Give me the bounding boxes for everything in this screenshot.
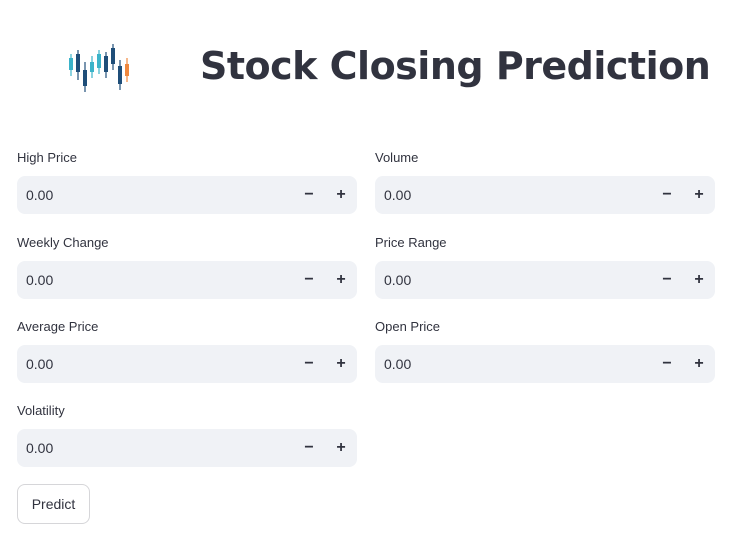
increment-button[interactable]: + (325, 261, 357, 299)
volatility-field: Volatility − + (17, 403, 357, 467)
field-label: High Price (17, 150, 77, 165)
open-price-field: Open Price − + (375, 319, 715, 383)
field-label: Volatility (17, 403, 65, 418)
field-label: Open Price (375, 319, 441, 334)
field-label: Average Price (17, 319, 99, 334)
decrement-button[interactable]: − (293, 176, 325, 214)
candlestick-chart-icon (69, 44, 129, 92)
app-page: Stock Closing Prediction High Price − + … (0, 0, 729, 551)
increment-button[interactable]: + (683, 176, 715, 214)
decrement-button[interactable]: − (651, 345, 683, 383)
number-input-box: − + (17, 176, 357, 214)
increment-button[interactable]: + (683, 345, 715, 383)
volume-field: Volume − + (375, 150, 715, 214)
high-price-field: High Price − + (17, 150, 357, 214)
open-price-input[interactable] (384, 345, 644, 383)
field-label: Weekly Change (17, 235, 109, 250)
high-price-input[interactable] (26, 176, 286, 214)
average-price-input[interactable] (26, 345, 286, 383)
candle-body (125, 64, 129, 76)
candle-body (118, 66, 122, 84)
increment-button[interactable]: + (325, 429, 357, 467)
number-input-box: − + (17, 429, 357, 467)
decrement-button[interactable]: − (651, 176, 683, 214)
predict-button[interactable]: Predict (17, 484, 90, 524)
number-input-box: − + (375, 261, 715, 299)
page-title: Stock Closing Prediction (200, 44, 711, 88)
field-label: Volume (375, 150, 419, 165)
average-price-field: Average Price − + (17, 319, 357, 383)
weekly-change-field: Weekly Change − + (17, 235, 357, 299)
increment-button[interactable]: + (325, 176, 357, 214)
price-range-input[interactable] (384, 261, 644, 299)
increment-button[interactable]: + (683, 261, 715, 299)
decrement-button[interactable]: − (651, 261, 683, 299)
price-range-field: Price Range − + (375, 235, 715, 299)
header: Stock Closing Prediction (0, 0, 729, 130)
candle-body (83, 70, 87, 86)
volume-input[interactable] (384, 176, 644, 214)
candle-body (76, 54, 80, 72)
candle-body (104, 56, 108, 72)
number-input-box: − + (375, 345, 715, 383)
weekly-change-input[interactable] (26, 261, 286, 299)
candle-body (97, 54, 101, 68)
number-input-box: − + (375, 176, 715, 214)
decrement-button[interactable]: − (293, 261, 325, 299)
decrement-button[interactable]: − (293, 429, 325, 467)
increment-button[interactable]: + (325, 345, 357, 383)
candle-body (111, 48, 115, 64)
number-input-box: − + (17, 345, 357, 383)
candle-body (69, 58, 73, 70)
decrement-button[interactable]: − (293, 345, 325, 383)
volatility-input[interactable] (26, 429, 286, 467)
candle-body (90, 62, 94, 72)
number-input-box: − + (17, 261, 357, 299)
field-label: Price Range (375, 235, 447, 250)
